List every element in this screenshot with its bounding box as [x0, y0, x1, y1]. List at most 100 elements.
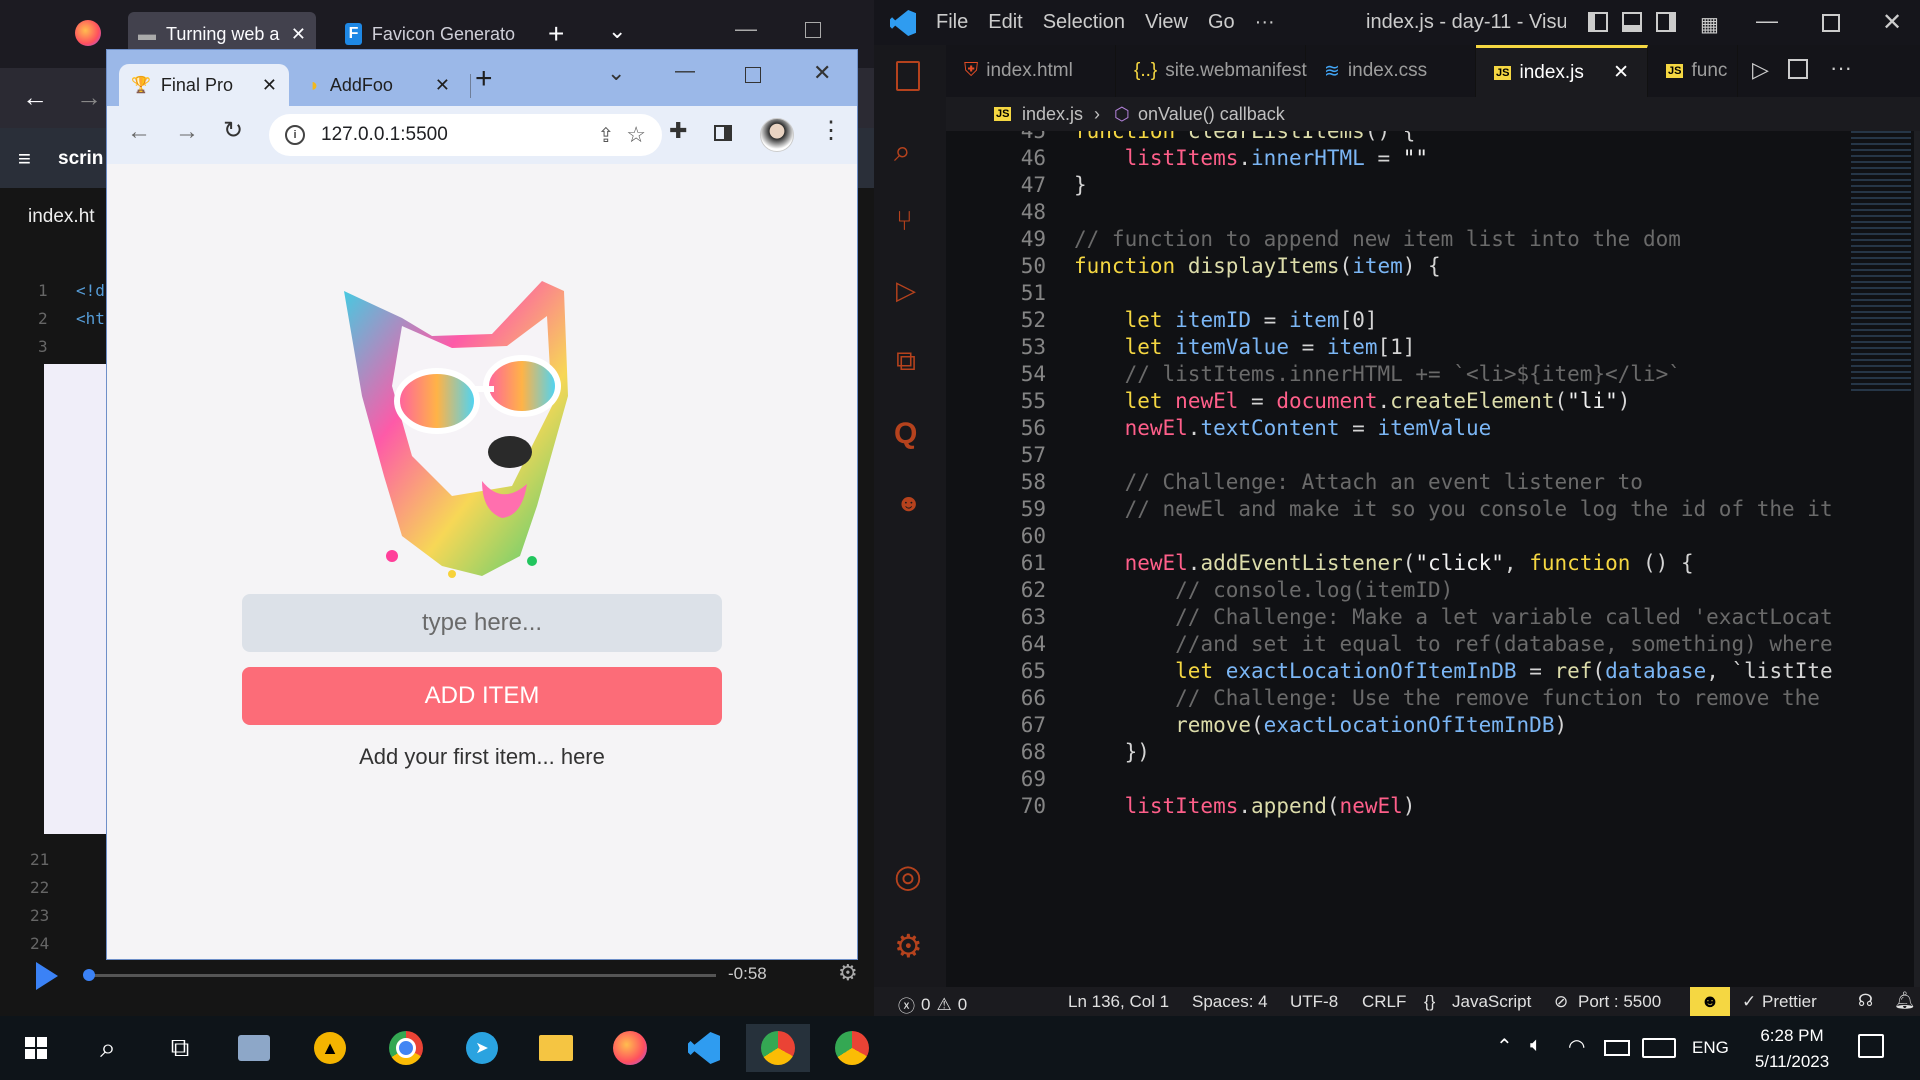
menu-view[interactable]: View [1145, 11, 1188, 34]
extensions-icon[interactable]: ⧉ [896, 345, 916, 378]
chrome-icon[interactable] [374, 1024, 438, 1072]
problems-indicator[interactable]: ⓧ 0 ⚠ 0 [898, 992, 967, 1017]
encoding[interactable]: UTF-8 [1290, 992, 1338, 1012]
split-editor-icon[interactable] [1788, 59, 1808, 79]
menu-edit[interactable]: Edit [988, 11, 1022, 34]
copilot-status-icon[interactable]: ☻ [1690, 987, 1730, 1016]
battery-icon[interactable] [1604, 1040, 1630, 1056]
settings-icon[interactable]: ⚙ [838, 960, 858, 986]
play-button[interactable] [36, 962, 58, 990]
info-icon[interactable]: i [285, 125, 305, 145]
code-line[interactable]: let itemID = item[0] [1074, 308, 1378, 332]
breadcrumb-file[interactable]: index.js [1022, 104, 1083, 125]
close-icon[interactable]: ✕ [262, 75, 277, 96]
feedback-icon[interactable]: ☊ [1858, 991, 1873, 1011]
run-debug-icon[interactable]: ▷ [896, 275, 916, 306]
clock-date[interactable]: 5/11/2023 [1746, 1052, 1838, 1072]
file-explorer-icon[interactable] [222, 1024, 286, 1072]
code-line[interactable]: // Challenge: Attach an event listener t… [1074, 470, 1643, 494]
show-hidden-icons[interactable]: ⌃ [1496, 1034, 1513, 1059]
search-icon[interactable]: ⌕ [76, 1024, 140, 1072]
toggle-panel-icon[interactable] [1622, 12, 1642, 32]
source-control-icon[interactable]: ⑂ [896, 205, 913, 237]
search-icon[interactable]: ⌕ [894, 135, 911, 169]
chrome-profile2-icon[interactable] [820, 1024, 884, 1072]
code-line[interactable]: function displayItems(item) { [1074, 254, 1441, 278]
manage-gear-icon[interactable]: ⚙ [894, 927, 923, 965]
code-line[interactable]: listItems.append(newEl) [1074, 794, 1416, 818]
menu-selection[interactable]: Selection [1043, 11, 1125, 34]
code-line[interactable]: let exactLocationOfItemInDB = ref(databa… [1074, 659, 1833, 683]
code-line[interactable]: // Challenge: Make a let variable called… [1074, 605, 1832, 629]
new-tab-button[interactable]: + [548, 18, 564, 50]
customize-layout-icon[interactable]: ▦ [1700, 12, 1719, 37]
firefox-icon[interactable] [75, 20, 101, 46]
code-line[interactable]: newEl.textContent = itemValue [1074, 416, 1492, 440]
chrome-tab-active[interactable]: 🏆 Final Pro ✕ [119, 64, 289, 106]
maximize-icon[interactable] [805, 22, 821, 38]
input-language[interactable]: ENG [1692, 1038, 1729, 1058]
toggle-secondary-sidebar-icon[interactable] [1656, 12, 1676, 32]
code-line[interactable]: let itemValue = item[1] [1074, 335, 1416, 359]
minimize-icon[interactable]: — [675, 60, 695, 83]
reload-icon[interactable]: ↻ [223, 116, 243, 145]
tab-index-js-active[interactable]: JS index.js ✕ [1476, 45, 1648, 97]
close-window-icon[interactable]: ✕ [1882, 8, 1902, 37]
language-mode[interactable]: JavaScript [1452, 992, 1531, 1012]
back-icon[interactable]: ← [22, 82, 48, 113]
live-server-port[interactable]: Port : 5500 [1578, 992, 1661, 1012]
menu-go[interactable]: Go [1208, 11, 1235, 34]
code-editor[interactable]: 45 function clearListItems() {46 listItem… [946, 131, 1920, 987]
close-icon[interactable]: ✕ [1613, 61, 1629, 84]
code-line[interactable]: let newEl = document.createElement("li") [1074, 389, 1631, 413]
code-line[interactable]: // newEl and make it so you console log … [1074, 497, 1833, 521]
share-icon[interactable]: ⇪ [598, 123, 615, 148]
close-icon[interactable]: ✕ [435, 75, 450, 96]
start-icon[interactable] [4, 1024, 68, 1072]
tab-index-html[interactable]: ⛨ index.html [946, 45, 1116, 97]
tab-site-webmanifest[interactable]: {..} site.webmanifest [1116, 45, 1307, 97]
cursor-position[interactable]: Ln 136, Col 1 [1068, 992, 1169, 1012]
back-icon[interactable]: ← [127, 118, 151, 146]
maximize-icon[interactable] [745, 67, 761, 83]
vscode-icon[interactable] [672, 1024, 736, 1072]
avatar[interactable] [760, 118, 794, 152]
menu-icon[interactable]: ⋮ [819, 116, 843, 145]
code-line[interactable]: // function to append new item list into… [1074, 227, 1681, 251]
copilot-icon[interactable]: ☻ [896, 490, 921, 518]
extensions-icon[interactable]: ✚ [669, 118, 687, 144]
menu-file[interactable]: File [936, 11, 968, 34]
editor-file-tab[interactable]: index.ht [28, 206, 95, 228]
notification-center-icon[interactable] [1858, 1034, 1884, 1058]
new-tab-button[interactable]: + [475, 62, 493, 96]
notifications-icon[interactable]: 🔔︎ [1894, 991, 1916, 1011]
prettier-status[interactable]: Prettier [1762, 992, 1817, 1012]
tab-index-css[interactable]: ≋ index.css [1306, 45, 1476, 97]
code-line[interactable]: listItems.innerHTML = "" [1074, 146, 1428, 170]
side-panel-icon[interactable] [714, 125, 732, 141]
folder-icon[interactable] [524, 1024, 588, 1072]
code-line[interactable]: remove(exactLocationOfItemInDB) [1074, 713, 1567, 737]
code-line[interactable]: // listItems.innerHTML += `<li>${item}</… [1074, 362, 1681, 386]
telegram-icon[interactable]: ➤ [450, 1024, 514, 1072]
scrollbar[interactable] [1914, 131, 1920, 987]
run-icon[interactable]: ▷ [1752, 57, 1769, 83]
keyboard-icon[interactable] [1642, 1038, 1676, 1058]
add-item-button[interactable]: ADD ITEM [242, 667, 722, 725]
quokka-icon[interactable]: Q [894, 417, 917, 451]
explorer-icon[interactable] [896, 61, 920, 91]
volume-icon[interactable]: 🔈︎ [1530, 1034, 1542, 1057]
breadcrumb-symbol[interactable]: onValue() callback [1138, 104, 1285, 125]
forward-icon[interactable]: → [175, 118, 199, 146]
toggle-sidebar-icon[interactable] [1588, 12, 1608, 32]
forward-icon[interactable]: → [76, 82, 102, 113]
chrome-tab-2[interactable]: ◗ AddFoo ✕ [297, 64, 462, 106]
chevron-down-icon[interactable]: ⌄ [607, 60, 625, 86]
chrome-profile-icon[interactable] [746, 1024, 810, 1072]
url-text[interactable]: 127.0.0.1:5500 [321, 124, 448, 146]
line-ending[interactable]: CRLF [1362, 992, 1406, 1012]
close-icon[interactable]: ✕ [291, 24, 306, 45]
code-line[interactable]: function clearListItems() { [1074, 131, 1415, 143]
code-line[interactable]: } [1074, 173, 1087, 197]
chevron-down-icon[interactable]: ⌄ [608, 18, 626, 44]
